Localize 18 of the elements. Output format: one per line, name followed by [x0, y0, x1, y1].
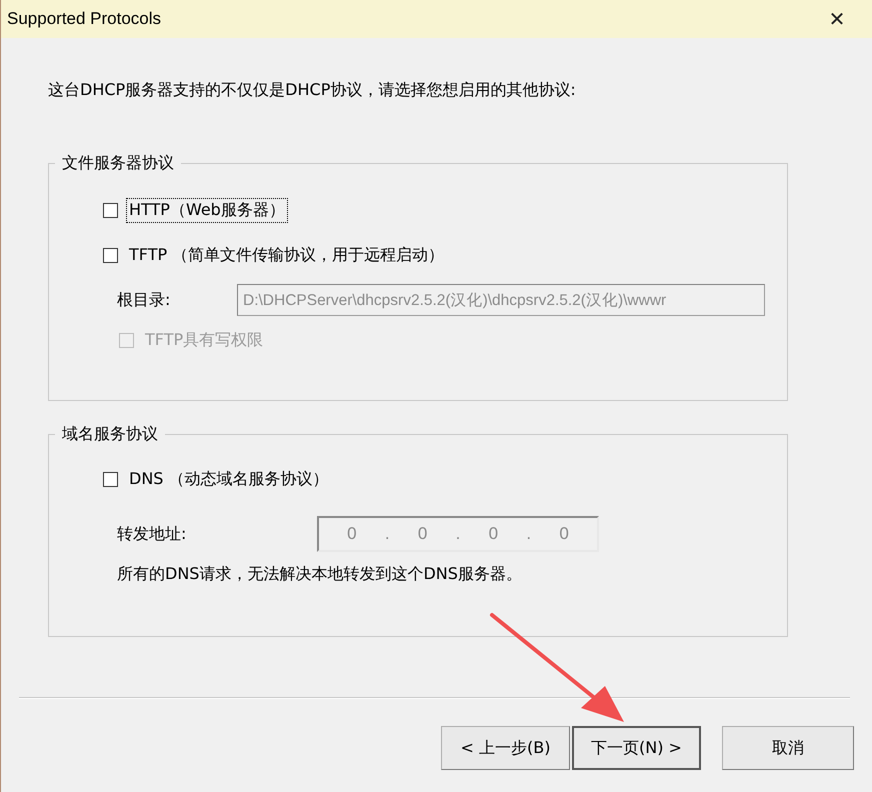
checkbox-label: HTTP（Web服务器）	[126, 198, 288, 222]
checkbox[interactable]	[103, 472, 118, 486]
checkbox-label: TFTP具有写权限	[144, 328, 264, 350]
field-label: 根目录:	[117, 290, 172, 310]
checkbox[interactable]	[103, 248, 118, 262]
close-button[interactable]: ✕	[814, 0, 860, 38]
checkbox[interactable]	[103, 202, 118, 218]
checkbox-label: DNS （动态域名服务协议）	[128, 468, 330, 490]
group-title: 域名服务协议	[55, 424, 165, 444]
dialog-button[interactable]: 取消	[722, 726, 854, 770]
note-text: 所有的DNS请求，无法解决本地转发到这个DNS服务器。	[117, 564, 523, 585]
group-title: 文件服务器协议	[55, 153, 181, 173]
intro-text: 这台DHCP服务器支持的不仅仅是DHCP协议，请选择您想启用的其他协议:	[48, 80, 577, 100]
dialog-button[interactable]: < 上一步(B)	[441, 726, 570, 770]
checkbox-label: TFTP （简单文件传输协议，用于远程启动）	[128, 244, 446, 266]
field-label: 转发地址:	[117, 524, 188, 544]
window-title: Supported Protocols	[7, 9, 162, 29]
dialog-button[interactable]: 下一页(N) >	[572, 726, 701, 770]
